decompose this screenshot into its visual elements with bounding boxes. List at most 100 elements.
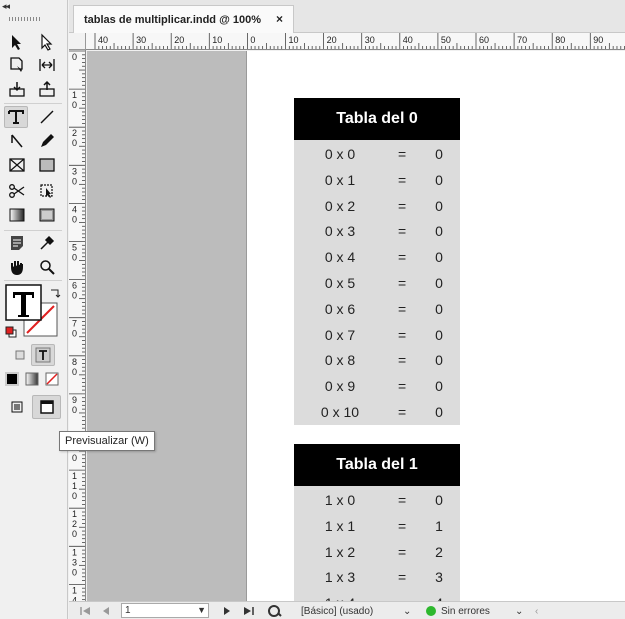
gradient-swatch-tool[interactable]	[5, 204, 29, 226]
formatting-container-icon	[15, 350, 25, 360]
hand-tool[interactable]	[5, 256, 29, 278]
preflight-profile[interactable]: [Básico] (usado)	[301, 603, 373, 619]
row-result: 0	[435, 197, 443, 214]
row-result: 0	[435, 492, 443, 508]
vertical-ruler[interactable]: 010203040506070809010011012013014	[69, 50, 86, 601]
page-number-field[interactable]: 1 ▼	[121, 603, 209, 618]
next-page-icon	[224, 607, 230, 615]
horizontal-ruler[interactable]: 40 30 20 10 0 10 20 30 40 50 60 70 80 90	[86, 33, 625, 50]
separator	[4, 280, 62, 281]
row-expression: 1 x 1	[324, 517, 356, 534]
row-equals: =	[398, 326, 407, 343]
type-icon	[8, 110, 24, 124]
table-row: 1 x 4=4	[294, 590, 460, 601]
table-row: 1 x 0 = 0	[294, 487, 460, 513]
content-collector-tool[interactable]	[5, 78, 29, 100]
row-result: 0	[435, 326, 443, 343]
ruler-label: 70	[517, 35, 527, 45]
scroll-left-button[interactable]: ‹	[535, 603, 538, 619]
row-expression: 1 x 3	[324, 569, 356, 586]
apply-none-icon	[45, 372, 59, 386]
row-result: 0	[435, 300, 443, 317]
ruler-label: 90	[72, 395, 77, 415]
eyedropper-tool[interactable]	[35, 232, 59, 254]
ruler-origin[interactable]	[69, 33, 86, 50]
row-result: 0	[435, 378, 443, 395]
tools-panel-header: ◂◂	[0, 0, 68, 12]
pencil-tool[interactable]	[35, 130, 59, 152]
chevron-down-icon[interactable]: ▼	[197, 604, 206, 617]
panel-grip[interactable]	[9, 17, 41, 21]
table-row: 0 x 2 = 0	[294, 193, 460, 219]
content-placer-icon	[39, 80, 55, 97]
selection-tool[interactable]	[5, 31, 29, 53]
row-result: 0	[435, 352, 443, 369]
gap-tool[interactable]	[35, 54, 59, 76]
first-page-button[interactable]	[80, 603, 91, 619]
row-expression: 1 x 0	[324, 492, 356, 508]
page-tool[interactable]	[5, 54, 29, 76]
document-tab[interactable]: tablas de multiplicar.indd @ 100% ×	[73, 5, 294, 33]
vertical-ruler-ticks: 010203040506070809010011012013014	[69, 50, 85, 601]
row-equals: =	[398, 171, 407, 188]
previous-page-button[interactable]	[102, 603, 110, 619]
ruler-label: 120	[72, 509, 77, 539]
preflight-status-label: Sin errores	[441, 605, 490, 617]
first-page-icon	[80, 607, 90, 615]
ruler-label: 60	[72, 281, 77, 301]
row-equals: =	[398, 146, 407, 162]
gradient-feather-tool[interactable]	[35, 204, 59, 226]
apply-none[interactable]	[40, 368, 64, 390]
ruler-label: 0	[250, 35, 255, 45]
document-page[interactable]: Tabla del 0 0 x 0 = 0 0 x 1 = 0 0 x 2 = 0 0 x 3 = 0…	[247, 51, 625, 601]
swap-fill-stroke[interactable]	[49, 286, 61, 298]
preflight-profile-dropdown[interactable]: ⌄	[403, 603, 411, 619]
row-equals: =	[398, 517, 407, 534]
content-placer-tool[interactable]	[35, 78, 59, 100]
ruler-label: 80	[72, 357, 77, 377]
table-row: 0 x 4 = 0	[294, 244, 460, 270]
rectangle-tool[interactable]	[35, 154, 59, 176]
direct-selection-icon	[41, 33, 53, 51]
normal-mode[interactable]	[5, 396, 29, 418]
open-page-button[interactable]	[267, 603, 283, 619]
swap-icon	[51, 289, 61, 298]
ruler-label: 30	[136, 35, 146, 45]
zoom-tool[interactable]	[35, 256, 59, 278]
next-page-button[interactable]	[223, 603, 231, 619]
direct-selection-tool[interactable]	[35, 31, 59, 53]
formatting-text-icon	[35, 347, 51, 363]
line-tool[interactable]	[35, 106, 59, 128]
preflight-status[interactable]: Sin errores	[426, 603, 490, 619]
rectangle-frame-tool[interactable]	[5, 154, 29, 176]
row-equals: =	[398, 403, 407, 420]
ruler-label: 40	[98, 35, 108, 45]
table-row: 0 x 8 = 0	[294, 347, 460, 373]
multiplication-table-0[interactable]: Tabla del 0 0 x 0 = 0 0 x 1 = 0 0 x 2 = 0 0 x 3 = 0…	[294, 98, 460, 425]
ruler-label: 14	[72, 585, 77, 601]
formatting-affects-text[interactable]	[31, 344, 55, 366]
row-result: 0	[435, 146, 443, 162]
multiplication-table-1[interactable]: Tabla del 1 1 x 0 = 0 1 x 1 = 1 1 x 2 = 2 1 x 3 = 3…	[294, 444, 460, 601]
preflight-menu-dropdown[interactable]: ⌄	[515, 603, 523, 619]
document-tab-bar: tablas de multiplicar.indd @ 100% ×	[69, 0, 625, 33]
table-row: 1 x 1 = 1	[294, 513, 460, 539]
formatting-affects-container[interactable]	[8, 344, 32, 366]
status-bar: 1 ▼ [Básico] (usado) ⌄ Sin errores ⌄ ‹	[69, 601, 625, 619]
collapse-panel-icon[interactable]: ◂◂	[2, 2, 10, 11]
last-page-button[interactable]	[243, 603, 254, 619]
note-tool[interactable]	[5, 232, 29, 254]
scissors-tool[interactable]	[5, 180, 29, 202]
close-icon[interactable]: ×	[276, 12, 283, 26]
pen-tool[interactable]	[5, 130, 29, 152]
preview-mode[interactable]	[32, 395, 61, 419]
ruler-label: 30	[365, 35, 375, 45]
default-fill-stroke[interactable]	[5, 325, 17, 338]
type-tool[interactable]	[4, 106, 28, 128]
gradient-feather-icon	[39, 208, 55, 222]
indesign-window: ◂◂ tablas de multiplicar.indd @ 100% × 4…	[0, 0, 625, 619]
free-transform-tool[interactable]	[35, 180, 59, 202]
row-result: 3	[435, 569, 443, 586]
pasteboard[interactable]	[87, 51, 247, 601]
table-title: Tabla del 1	[294, 444, 460, 486]
